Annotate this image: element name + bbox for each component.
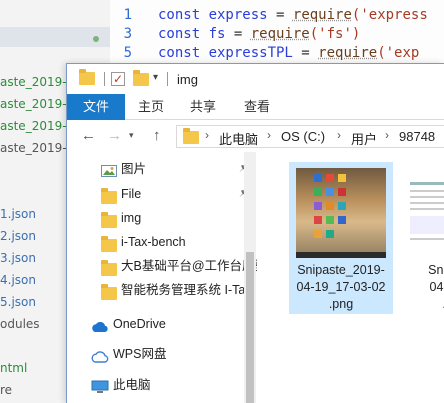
properties-icon[interactable]: ✓	[111, 72, 125, 86]
file-tree-item[interactable]: ntml	[0, 361, 27, 375]
file-tile[interactable]: Snipaste_2019- 04-19_17-03-02 .png	[289, 162, 393, 314]
tab-file[interactable]: 文件	[67, 94, 125, 120]
file-name: Snipaste_2019- 04-19_17-03-02 .png	[289, 262, 393, 313]
navigation-bar: ← → ▾ ↑ › 此电脑 › OS (C:) › 用户 › 98748	[67, 121, 444, 151]
code-token: const	[158, 26, 209, 42]
tab-home[interactable]: 主页	[131, 94, 171, 120]
file-name-line: .png	[328, 297, 354, 311]
file-name-line: Snipast	[428, 263, 444, 277]
nav-item-label: 此电脑	[113, 378, 151, 392]
window-title: img	[177, 72, 198, 87]
folder-icon	[101, 188, 117, 204]
new-folder-icon[interactable]	[133, 70, 149, 86]
file-tree-item[interactable]: odules	[0, 317, 40, 331]
back-arrow-icon[interactable]: ←	[81, 127, 96, 144]
pictures-icon	[101, 163, 117, 185]
file-tree-item[interactable]: re	[0, 383, 12, 397]
file-name-line: 04-19_17-03-02	[296, 280, 386, 294]
file-explorer-window: ✓ ▾ img 文件 主页 共享 查看 ← → ▾ ↑ › 此电脑 › OS (…	[66, 63, 444, 403]
file-name-line: Snipaste_2019-	[297, 263, 385, 277]
code-line: 1 const express = require('express	[110, 7, 428, 26]
file-tree-item[interactable]: aste_2019-0	[0, 141, 74, 155]
breadcrumb-this-pc[interactable]: 此电脑	[219, 129, 258, 148]
ribbon: 文件 主页 共享 查看	[67, 94, 444, 120]
line-number: 1	[123, 7, 132, 23]
line-number: 3	[123, 26, 132, 42]
chevron-right-icon: ›	[385, 128, 389, 142]
recent-locations-icon[interactable]: ▾	[129, 130, 134, 141]
chevron-right-icon: ›	[205, 128, 209, 142]
file-tree-item[interactable]: 1.json	[0, 207, 36, 221]
folder-icon	[79, 69, 95, 85]
tab-share[interactable]: 共享	[183, 94, 223, 120]
file-name-line: 04-19_	[429, 280, 444, 294]
file-tree-item[interactable]: aste_2019-0	[0, 119, 74, 133]
code-line: 3 const fs = require('fs')	[110, 26, 361, 45]
customize-toolbar-icon[interactable]: ▾	[153, 72, 158, 83]
up-arrow-icon[interactable]: ↑	[153, 127, 161, 144]
code-editor[interactable]: 1 const express = require('express 3 const …	[110, 0, 444, 66]
this-pc-icon	[91, 379, 109, 401]
nav-item-label: img	[121, 211, 142, 225]
code-token: require	[292, 7, 352, 23]
nav-item-label: 智能税务管理系统 I-Tax	[121, 283, 252, 297]
code-token: require	[250, 26, 310, 42]
code-token: =	[292, 45, 319, 61]
onedrive-icon	[91, 318, 109, 340]
code-token: ('fs')	[309, 26, 361, 42]
file-tree-item[interactable]: 2.json	[0, 229, 36, 243]
navigation-pane: 图片📌File📌imgi-Tax-bench大B基础平台@工作台原型智能税务管理…	[67, 152, 267, 403]
separator	[167, 72, 168, 86]
chevron-right-icon: ›	[267, 128, 271, 142]
folder-icon	[101, 212, 117, 228]
file-name-line: .pi	[397, 296, 444, 313]
code-token: expressTPL	[208, 45, 293, 61]
nav-item-label: WPS网盘	[113, 347, 167, 361]
nav-item-label: File	[121, 187, 142, 201]
nav-item-label: i-Tax-bench	[121, 235, 186, 249]
address-bar[interactable]: › 此电脑 › OS (C:) › 用户 › 98748	[176, 125, 444, 148]
folder-icon	[101, 236, 117, 252]
code-line: 5 const expressTPL = require('exp	[110, 45, 420, 64]
breadcrumb-users[interactable]: 用户	[351, 129, 377, 148]
chevron-right-icon: ›	[337, 128, 341, 142]
code-token: =	[267, 7, 293, 23]
code-token: express	[208, 7, 268, 23]
separator	[104, 72, 105, 86]
code-token: ('express	[351, 7, 428, 23]
title-bar: ✓ ▾ img	[67, 64, 444, 94]
line-number: 5	[123, 45, 132, 61]
code-token: const	[158, 45, 209, 61]
file-tree-item[interactable]: 4.json	[0, 273, 36, 287]
folder-icon	[101, 284, 117, 300]
code-token: ('exp	[377, 45, 420, 61]
code-token: =	[225, 26, 251, 42]
desktop: aste_2019-0 aste_2019-0 aste_2019-0 aste_20…	[0, 0, 444, 403]
file-tile[interactable]: Snipast 04-19_ .pi	[397, 162, 444, 314]
folder-icon	[183, 128, 199, 144]
file-tree-item[interactable]: 5.json	[0, 295, 36, 309]
code-token: const	[158, 7, 209, 23]
status-dot-icon	[93, 36, 99, 42]
nav-scrollbar-thumb[interactable]	[246, 252, 254, 403]
file-tree-item[interactable]: 3.json	[0, 251, 36, 265]
file-thumbnail	[296, 168, 386, 258]
file-tree-item[interactable]: aste_2019-0	[0, 75, 74, 89]
breadcrumb-drive[interactable]: OS (C:)	[281, 129, 325, 144]
wps-cloud-icon	[91, 348, 109, 370]
file-list: Snipaste_2019- 04-19_17-03-02 .png Snipast 0…	[257, 152, 444, 403]
code-token: fs	[208, 26, 226, 42]
folder-icon	[101, 260, 117, 276]
tab-view[interactable]: 查看	[237, 94, 277, 120]
file-thumbnail	[404, 168, 444, 258]
nav-item-label: OneDrive	[113, 317, 166, 331]
file-tree-item[interactable]: aste_2019-0	[0, 97, 74, 111]
forward-arrow-icon[interactable]: →	[107, 127, 122, 144]
file-name: Snipast 04-19_ .pi	[397, 262, 444, 313]
nav-item-label: 图片	[121, 162, 147, 176]
breadcrumb-user[interactable]: 98748	[399, 129, 435, 144]
code-token: require	[318, 45, 378, 61]
